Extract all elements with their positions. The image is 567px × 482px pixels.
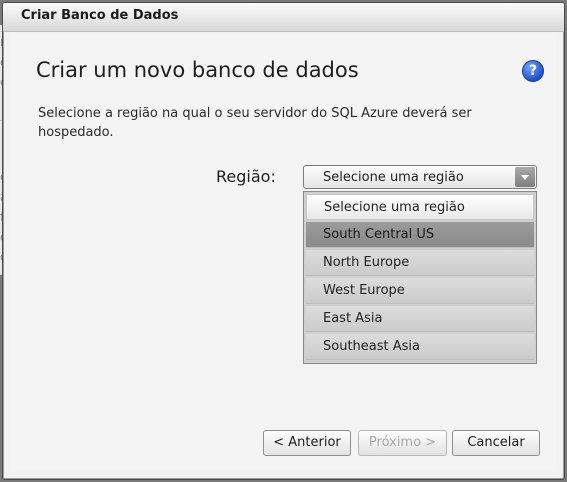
dialog-titlebar[interactable]: Criar Banco de Dados (3, 3, 564, 32)
region-option-select-prompt[interactable]: Selecione uma região (306, 194, 534, 220)
next-button[interactable]: Próximo > (358, 430, 447, 456)
region-select[interactable]: Selecione uma região (303, 165, 537, 189)
dialog-title: Criar Banco de Dados (21, 8, 179, 23)
help-icon[interactable]: ? (522, 60, 544, 82)
region-label: Região: (216, 167, 276, 186)
region-option-east-asia[interactable]: East Asia (306, 306, 534, 332)
region-option-southeast-asia[interactable]: Southeast Asia (306, 334, 534, 360)
region-option-south-central-us[interactable]: South Central US (306, 222, 534, 248)
region-select-value: Selecione uma região (323, 170, 464, 185)
chevron-down-icon[interactable] (515, 167, 535, 187)
page-heading: Criar um novo banco de dados (36, 58, 359, 82)
create-database-dialog: Criar Banco de Dados Criar um novo banco… (2, 2, 565, 480)
dialog-content: Criar um novo banco de dados ? Selecione… (11, 33, 556, 471)
region-option-west-europe[interactable]: West Europe (306, 278, 534, 304)
back-button[interactable]: < Anterior (263, 430, 351, 456)
region-option-north-europe[interactable]: North Europe (306, 250, 534, 276)
region-dropdown-list: Selecione uma região South Central US No… (303, 191, 537, 364)
region-description: Selecione a região na qual o seu servido… (38, 106, 472, 140)
cancel-button[interactable]: Cancelar (452, 430, 540, 456)
